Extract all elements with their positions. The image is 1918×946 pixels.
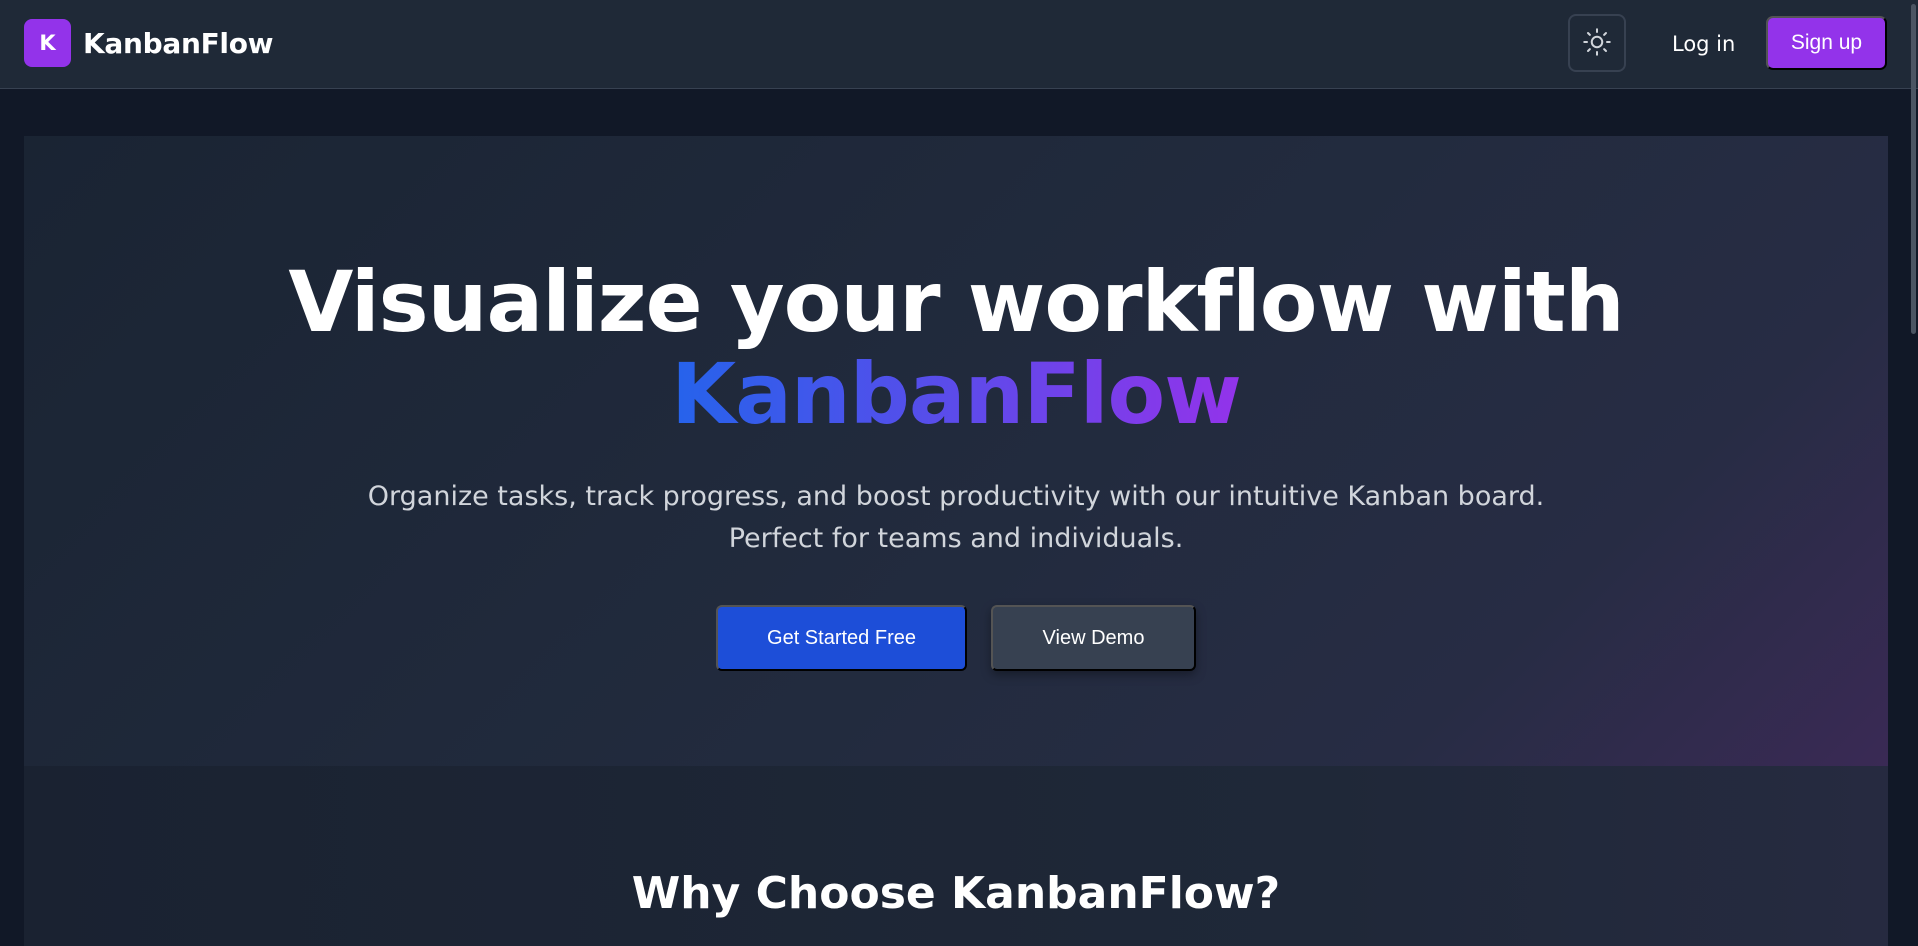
features-title: Why Choose KanbanFlow? bbox=[631, 868, 1281, 919]
page-scrollbar[interactable] bbox=[1911, 4, 1916, 334]
hero-title-line: Visualize your workflow with bbox=[288, 253, 1624, 351]
navbar: K KanbanFlow Log in Sign up bbox=[0, 0, 1918, 89]
hero-title-accent: KanbanFlow bbox=[671, 345, 1242, 443]
hero-subtitle: Organize tasks, track progress, and boos… bbox=[24, 476, 1888, 560]
hero-subtitle-line2: Perfect for teams and individuals. bbox=[728, 523, 1184, 554]
sun-icon bbox=[1582, 27, 1612, 60]
theme-toggle-button[interactable] bbox=[1568, 14, 1626, 72]
login-link[interactable]: Log in bbox=[1652, 24, 1755, 64]
logo-badge: K bbox=[24, 19, 71, 67]
brand-logo[interactable]: K KanbanFlow bbox=[24, 19, 274, 67]
brand-name: KanbanFlow bbox=[83, 26, 274, 60]
signup-button[interactable]: Sign up bbox=[1766, 16, 1887, 70]
hero-actions: Get Started Free View Demo bbox=[24, 605, 1888, 671]
view-demo-button[interactable]: View Demo bbox=[991, 605, 1196, 671]
features-section: Why Choose KanbanFlow? bbox=[24, 766, 1888, 946]
get-started-button[interactable]: Get Started Free bbox=[716, 605, 967, 671]
hero-subtitle-line1: Organize tasks, track progress, and boos… bbox=[367, 481, 1545, 512]
hero-title: Visualize your workflow with KanbanFlow bbox=[24, 256, 1888, 440]
hero-section: Visualize your workflow with KanbanFlow … bbox=[24, 136, 1888, 766]
